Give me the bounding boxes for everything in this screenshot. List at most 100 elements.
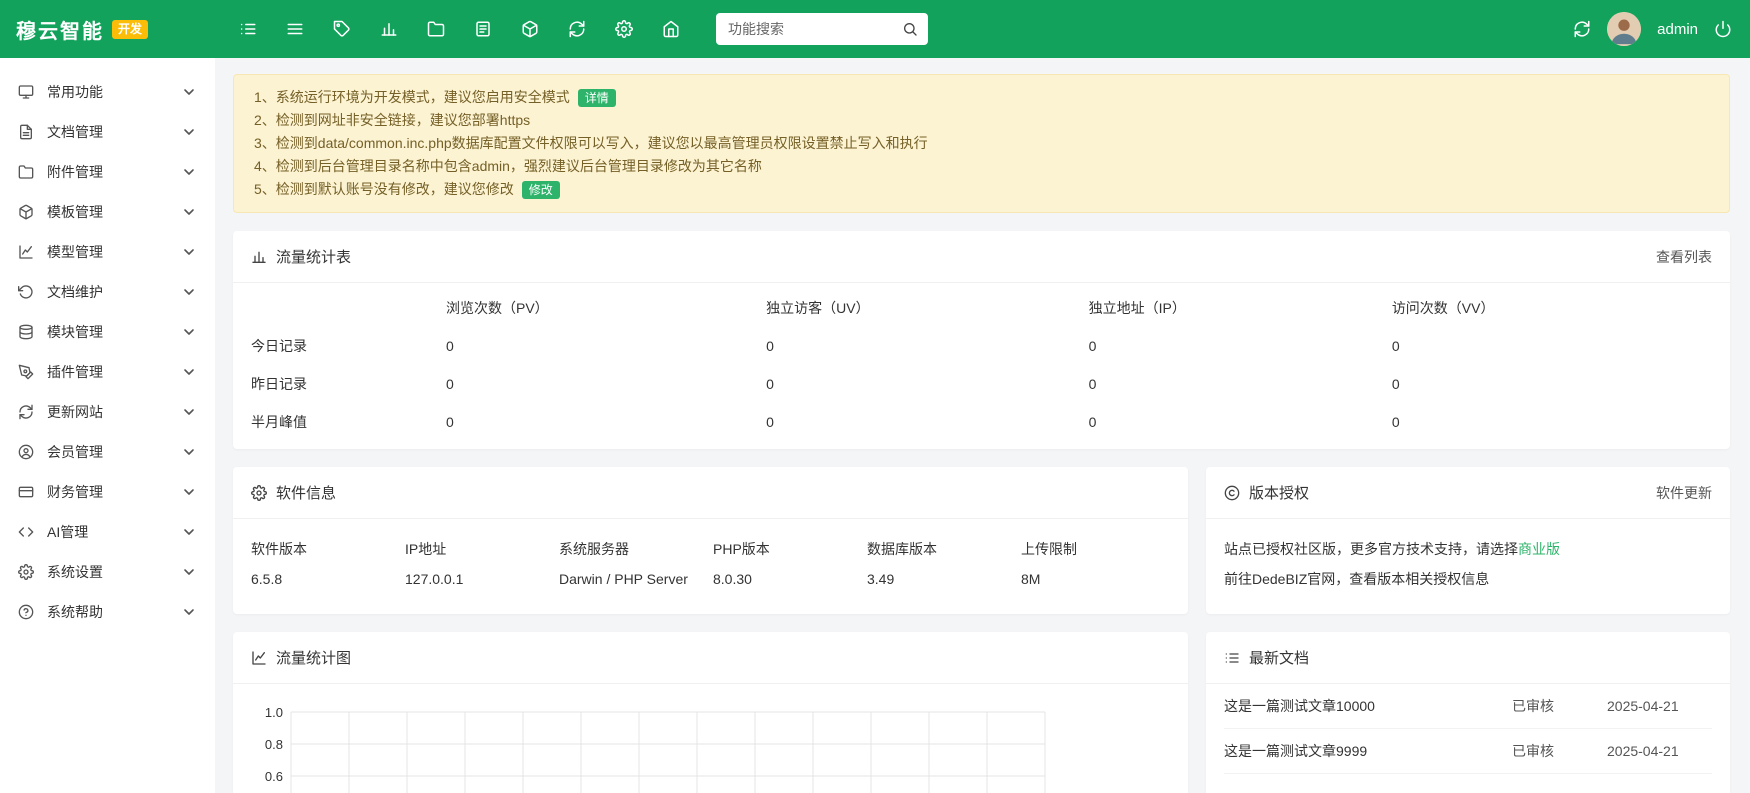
doc-title-link[interactable]: 这是一篇测试文章9999 (1224, 741, 1512, 761)
list-icon (1224, 650, 1240, 666)
username[interactable]: admin (1657, 21, 1698, 38)
card-title: 版本授权 (1249, 482, 1309, 503)
gear-icon (18, 564, 34, 580)
sidebar-item-label: 文档维护 (47, 282, 103, 302)
detail-badge[interactable]: 详情 (578, 89, 616, 107)
search-input[interactable] (726, 20, 902, 38)
help-circle-icon (18, 604, 34, 620)
tag-icon[interactable] (333, 20, 351, 38)
doc-title-link[interactable]: 这是一篇测试文章10000 (1224, 696, 1512, 716)
card-title: 软件信息 (276, 482, 336, 503)
bar-chart-icon[interactable] (380, 20, 398, 38)
power-icon[interactable] (1714, 20, 1732, 38)
sidebar-item-module-manage[interactable]: 模块管理 (0, 312, 215, 352)
doc-date: 2025-04-21 (1607, 698, 1712, 714)
sidebar-item-member-manage[interactable]: 会员管理 (0, 432, 215, 472)
chevron-down-icon (181, 564, 197, 580)
column-header: 独立地址（IP） (1089, 283, 1392, 327)
field-value: 8M (1021, 571, 1175, 587)
table-row: 昨日记录 0 0 0 0 (251, 365, 1712, 403)
sidebar-item-document-manage[interactable]: 文档管理 (0, 112, 215, 152)
cell: 0 (766, 403, 1089, 441)
doc-status: 已审核 (1512, 696, 1607, 716)
code-icon (18, 524, 34, 540)
field-value: Darwin / PHP Server (559, 571, 713, 587)
cogs-icon (251, 485, 267, 501)
refresh-icon[interactable] (568, 20, 586, 38)
cell: 0 (1089, 365, 1392, 403)
info-field: 软件版本 6.5.8 (251, 539, 405, 587)
commercial-version-link[interactable]: 商业版 (1518, 541, 1560, 557)
software-fields: 软件版本 6.5.8 IP地址 127.0.0.1 系统服务器 Darwin /… (233, 519, 1188, 611)
view-list-link[interactable]: 查看列表 (1656, 247, 1712, 267)
cell: 0 (1392, 327, 1712, 365)
license-line: 站点已授权社区版，更多官方技术支持，请选择商业版 (1224, 534, 1712, 564)
doc-status: 已审核 (1512, 741, 1607, 761)
software-update-link[interactable]: 软件更新 (1656, 483, 1712, 503)
chevron-down-icon (181, 204, 197, 220)
chart-line-icon (18, 244, 34, 260)
info-field: 系统服务器 Darwin / PHP Server (559, 539, 713, 587)
sidebar-item-common-functions[interactable]: 常用功能 (0, 72, 215, 112)
sidebar-item-document-maintain[interactable]: 文档维护 (0, 272, 215, 312)
home-icon[interactable] (662, 20, 680, 38)
sidebar-item-template-manage[interactable]: 模板管理 (0, 192, 215, 232)
info-field: PHP版本 8.0.30 (713, 539, 867, 587)
search-box (716, 13, 928, 45)
gear-icon[interactable] (615, 20, 633, 38)
warning-text: 3、检测到data/common.inc.php数据库配置文件权限可以写入，建议… (254, 135, 928, 151)
cell: 0 (1392, 365, 1712, 403)
chevron-down-icon (181, 604, 197, 620)
modify-badge[interactable]: 修改 (522, 181, 560, 199)
card-header: 流量统计表 查看列表 (233, 231, 1730, 283)
traffic-chart-card: 流量统计图 1.00.80.60.40.20.0 (233, 632, 1188, 793)
cell: 0 (446, 365, 766, 403)
sidebar-item-label: AI管理 (47, 522, 88, 542)
sidebar-item-update-site[interactable]: 更新网站 (0, 392, 215, 432)
copyright-icon (1224, 485, 1240, 501)
rotate-icon (18, 284, 34, 300)
svg-text:0.6: 0.6 (265, 769, 283, 784)
folder-icon[interactable] (427, 20, 445, 38)
svg-text:0.8: 0.8 (265, 737, 283, 752)
refresh-icon[interactable] (1573, 20, 1591, 38)
warning-text: 1、系统运行环境为开发模式，建议您启用安全模式 (254, 89, 570, 105)
sidebar-item-label: 系统设置 (47, 562, 103, 582)
warning-text: 5、检测到默认账号没有修改，建议您修改 (254, 181, 514, 197)
field-value: 6.5.8 (251, 571, 405, 587)
field-value: 127.0.0.1 (405, 571, 559, 587)
latest-docs-card: 最新文档 这是一篇测试文章10000 已审核 2025-04-21 这是一篇测试… (1206, 632, 1730, 793)
sidebar-item-system-help[interactable]: 系统帮助 (0, 592, 215, 632)
search-icon[interactable] (902, 21, 918, 37)
warning-text: 2、检测到网址非安全链接，建议您部署https (254, 112, 530, 128)
row-label: 半月峰值 (251, 403, 446, 441)
sidebar-item-label: 插件管理 (47, 362, 103, 382)
refresh-icon (18, 404, 34, 420)
field-label: PHP版本 (713, 539, 867, 559)
chevron-down-icon (181, 84, 197, 100)
sidebar-item-label: 会员管理 (47, 442, 103, 462)
field-label: 上传限制 (1021, 539, 1175, 559)
database-icon (18, 324, 34, 340)
table-header-row: 浏览次数（PV） 独立访客（UV） 独立地址（IP） 访问次数（VV） (251, 283, 1712, 327)
form-icon[interactable] (474, 20, 492, 38)
card-header: 软件信息 (233, 467, 1188, 519)
sidebar-item-label: 模块管理 (47, 322, 103, 342)
sidebar-item-system-settings[interactable]: 系统设置 (0, 552, 215, 592)
file-text-icon (18, 124, 34, 140)
avatar[interactable] (1607, 12, 1641, 46)
package-icon[interactable] (521, 20, 539, 38)
doc-row: 这是一篇测试文章9999 已审核 2025-04-21 (1224, 729, 1712, 774)
sidebar-item-plugin-manage[interactable]: 插件管理 (0, 352, 215, 392)
column-header: 访问次数（VV） (1392, 283, 1712, 327)
sidebar-item-label: 附件管理 (47, 162, 103, 182)
column-header: 独立访客（UV） (766, 283, 1089, 327)
traffic-table-card: 流量统计表 查看列表 浏览次数（PV） 独立访客（UV） 独立地址（IP） 访问… (233, 231, 1730, 449)
sidebar-item-finance-manage[interactable]: 财务管理 (0, 472, 215, 512)
sidebar-item-model-manage[interactable]: 模型管理 (0, 232, 215, 272)
menu-icon[interactable] (286, 20, 304, 38)
line-chart-icon (251, 650, 267, 666)
list-icon[interactable] (239, 20, 257, 38)
sidebar-item-attachment-manage[interactable]: 附件管理 (0, 152, 215, 192)
sidebar-item-ai-manage[interactable]: AI管理 (0, 512, 215, 552)
